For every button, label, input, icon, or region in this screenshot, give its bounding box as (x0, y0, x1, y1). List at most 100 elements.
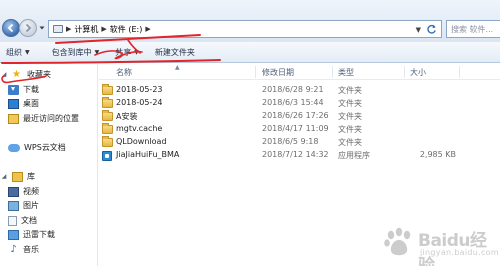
address-bar: ▶ 计算机 ▶ 软件 (E:) ▶ ▼ 搜索 软件... (0, 0, 500, 42)
breadcrumb-drive-e[interactable]: 软件 (E:) (110, 24, 143, 35)
download-folder-icon (8, 84, 19, 95)
file-row[interactable]: 2018-05-24 2018/6/3 15:44 文件夹 (99, 97, 500, 110)
file-type: 应用程序 (338, 151, 370, 160)
nav-item-xunlei-downloads[interactable]: 迅雷下载 (8, 228, 55, 241)
recent-places-icon (8, 113, 19, 124)
chevron-right-icon[interactable]: ▶ (145, 25, 150, 33)
nav-libraries[interactable]: ◢ 库 (0, 170, 35, 183)
nav-favorites-label: 收藏夹 (27, 70, 51, 79)
file-modified: 2018/6/26 17:26 (262, 111, 329, 120)
file-modified: 2018/6/5 9:18 (262, 137, 319, 146)
file-size: 2,985 KB (419, 150, 456, 159)
file-modified: 2018/4/17 11:09 (262, 124, 329, 133)
watermark-title: Baidu经验 (418, 231, 487, 266)
nav-item-label: 图片 (23, 201, 39, 210)
application-icon (102, 151, 112, 161)
documents-library-icon (8, 215, 17, 226)
include-in-library-label: 包含到库中 (51, 47, 92, 57)
nav-item-label: 下载 (23, 85, 39, 94)
library-icon (12, 171, 23, 182)
nav-item-label: 桌面 (23, 99, 39, 108)
file-row[interactable]: 2018-05-23 2018/6/28 9:21 文件夹 (99, 84, 500, 97)
nav-item-videos[interactable]: 视频 (8, 185, 39, 198)
chevron-down-icon: ▼ (25, 48, 30, 56)
nav-item-music[interactable]: ♪ 音乐 (8, 243, 39, 256)
folder-icon (102, 123, 113, 134)
nav-item-documents[interactable]: 文档 (8, 214, 37, 227)
include-in-library-button[interactable]: 包含到库中 ▼ (46, 42, 106, 62)
file-type: 文件夹 (338, 112, 362, 121)
column-divider[interactable] (459, 66, 460, 78)
sort-ascending-icon: ▲ (175, 64, 180, 71)
chevron-right-icon[interactable]: ▶ (101, 25, 106, 33)
nav-wps-cloud-label: WPS云文档 (24, 143, 66, 152)
back-button[interactable] (2, 19, 20, 37)
nav-item-recent-places[interactable]: 最近访问的位置 (8, 112, 79, 125)
baidu-jingyan-watermark: Baidu经验 jingyan.baidu.com (382, 224, 499, 266)
expand-arrow-icon[interactable]: ◢ (0, 71, 8, 78)
nav-item-label: 最近访问的位置 (23, 114, 79, 123)
nav-item-downloads[interactable]: 下载 (8, 83, 39, 96)
xunlei-download-icon (8, 229, 19, 240)
column-header-row: ▲ 名称 修改日期 类型 大小 (99, 64, 500, 80)
address-history-dropdown-icon[interactable]: ▼ (416, 26, 421, 34)
file-row[interactable]: A安装 2018/6/26 17:26 文件夹 (99, 110, 500, 123)
address-path-box[interactable]: ▶ 计算机 ▶ 软件 (E:) ▶ ▼ (48, 20, 442, 38)
file-modified: 2018/7/12 14:32 (262, 150, 329, 159)
column-divider[interactable] (332, 66, 333, 78)
nav-item-label: 文档 (21, 216, 37, 225)
column-divider[interactable] (404, 66, 405, 78)
new-folder-label: 新建文件夹 (154, 47, 195, 57)
file-name: 2018-05-24 (116, 98, 163, 107)
share-label: 共享 (115, 47, 132, 57)
pictures-library-icon (8, 200, 19, 211)
search-placeholder: 搜索 软件... (451, 24, 494, 34)
column-header-name[interactable]: 名称 (116, 67, 132, 78)
nav-wps-cloud[interactable]: WPS云文档 (8, 141, 66, 154)
watermark-url: jingyan.baidu.com (420, 248, 499, 257)
chevron-down-icon: ▼ (134, 48, 139, 56)
file-type: 文件夹 (338, 138, 362, 147)
organize-menu-button[interactable]: 组织 ▼ (0, 42, 36, 62)
column-header-modified[interactable]: 修改日期 (262, 67, 294, 78)
file-name: JiaJiaHuiFu_BMA (116, 150, 180, 159)
file-row[interactable]: mgtv.cache 2018/4/17 11:09 文件夹 (99, 123, 500, 136)
baidu-paw-logo-icon (384, 227, 411, 256)
column-header-size[interactable]: 大小 (410, 67, 426, 78)
share-button[interactable]: 共享 ▼ (109, 42, 145, 62)
desktop-icon (8, 98, 19, 109)
arrow-left-icon (7, 23, 14, 33)
command-toolbar: 组织 ▼ 包含到库中 ▼ 共享 ▼ 新建文件夹 (0, 42, 500, 63)
star-icon: ★ (12, 68, 21, 80)
new-folder-button[interactable]: 新建文件夹 (149, 42, 201, 62)
refresh-icon[interactable] (426, 24, 437, 35)
column-divider[interactable] (255, 66, 256, 78)
nav-favorites[interactable]: ◢ ★ 收藏夹 (0, 68, 51, 81)
search-input[interactable]: 搜索 软件... (446, 20, 500, 38)
file-row[interactable]: QLDownload 2018/6/5 9:18 文件夹 (99, 136, 500, 149)
folder-icon (102, 136, 113, 147)
computer-icon (53, 25, 63, 33)
music-library-icon: ♪ (10, 243, 17, 255)
nav-libraries-label: 库 (27, 172, 35, 181)
folder-icon (102, 110, 113, 121)
nav-item-pictures[interactable]: 图片 (8, 199, 39, 212)
nav-item-label: 视频 (23, 187, 39, 196)
file-row[interactable]: JiaJiaHuiFu_BMA 2018/7/12 14:32 应用程序 2,9… (99, 149, 500, 162)
breadcrumb-computer[interactable]: 计算机 (74, 24, 98, 35)
nav-item-desktop[interactable]: 桌面 (8, 97, 39, 110)
nav-item-label: 迅雷下载 (23, 230, 55, 239)
forward-button[interactable] (19, 19, 37, 37)
expand-arrow-icon[interactable]: ◢ (0, 173, 8, 180)
file-name: mgtv.cache (116, 124, 163, 133)
chevron-right-icon[interactable]: ▶ (66, 25, 71, 33)
arrow-right-icon (25, 23, 32, 33)
nav-item-label: 音乐 (23, 245, 39, 254)
folder-icon (102, 97, 113, 108)
column-header-type[interactable]: 类型 (338, 67, 354, 78)
file-name: QLDownload (116, 137, 167, 146)
cloud-icon (8, 143, 20, 152)
file-modified: 2018/6/28 9:21 (262, 85, 324, 94)
file-name: 2018-05-23 (116, 85, 163, 94)
recent-pages-dropdown-icon[interactable] (39, 25, 45, 31)
